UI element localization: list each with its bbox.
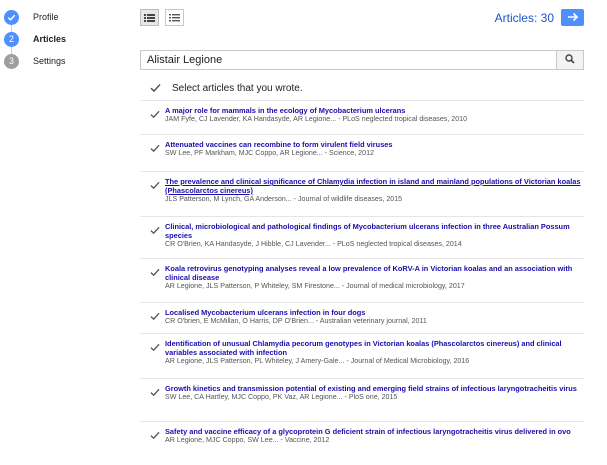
articles-count: Articles: 30: [494, 11, 554, 25]
step-settings[interactable]: 3 Settings: [4, 53, 66, 69]
article-meta: AR Legione, MJC Coppo, SW Lee... - Vacci…: [165, 436, 330, 444]
step-articles[interactable]: 2 Articles: [4, 31, 66, 47]
select-all-checkbox[interactable]: [149, 82, 161, 94]
select-all-row[interactable]: Select articles that you wrote.: [140, 80, 584, 96]
article-title-link[interactable]: Localised Mycobacterium ulcerans infecti…: [165, 308, 584, 317]
article-checkbox[interactable]: [149, 142, 161, 154]
list-item: Koala retrovirus genotyping analyses rev…: [140, 258, 584, 302]
article-title-link[interactable]: The prevalence and clinical significance…: [165, 177, 584, 195]
list-item: Identification of unusual Chlamydia peco…: [140, 333, 584, 378]
search-icon: [565, 51, 575, 69]
article-title-link[interactable]: Growth kinetics and transmission potenti…: [165, 384, 584, 393]
arrow-right-icon: [567, 9, 579, 27]
article-title-link[interactable]: A major role for mammals in the ecology …: [165, 106, 584, 115]
list-detail-icon: [144, 9, 155, 27]
list-item: Growth kinetics and transmission potenti…: [140, 378, 584, 421]
article-title-link[interactable]: Koala retrovirus genotyping analyses rev…: [165, 264, 584, 282]
list-item: A major role for mammals in the ecology …: [140, 100, 584, 134]
article-title-link[interactable]: Clinical, microbiological and pathologic…: [165, 222, 584, 240]
list-view-button[interactable]: [140, 9, 159, 26]
search-box: [140, 50, 584, 70]
checkmark-icon: [4, 9, 19, 25]
article-title-link[interactable]: Attenuated vaccines can recombine to for…: [165, 140, 584, 149]
list-item: Attenuated vaccines can recombine to for…: [140, 134, 584, 171]
search-input[interactable]: [141, 51, 559, 69]
article-meta: AR Legione, JLS Patterson, P Whiteley, S…: [165, 282, 465, 290]
toolbar: Articles: 30: [140, 9, 584, 31]
compact-view-button[interactable]: [165, 9, 184, 26]
article-meta: JAM Fyfe, CJ Lavender, KA Handasyde, AR …: [165, 115, 468, 123]
article-meta: JLS Patterson, M Lynch, GA Anderson... -…: [165, 195, 403, 203]
article-meta: SW Lee, CA Hartley, MJC Coppo, PK Vaz, A…: [165, 393, 398, 401]
list-item: Safety and vaccine efficacy of a glycopr…: [140, 421, 584, 459]
article-title-link[interactable]: Identification of unusual Chlamydia peco…: [165, 339, 584, 357]
step-label: Articles: [33, 34, 67, 44]
step-profile[interactable]: Profile: [4, 9, 59, 25]
article-checkbox[interactable]: [149, 429, 161, 441]
article-meta: CR O'brien, E McMillan, O Harris, DP O'B…: [165, 317, 427, 325]
article-checkbox[interactable]: [149, 341, 161, 353]
step-number: 3: [4, 53, 19, 69]
article-list: A major role for mammals in the ecology …: [140, 100, 584, 459]
article-checkbox[interactable]: [149, 386, 161, 398]
list-item: The prevalence and clinical significance…: [140, 171, 584, 216]
search-button[interactable]: [556, 51, 583, 69]
article-checkbox[interactable]: [149, 310, 161, 322]
select-all-label: Select articles that you wrote.: [172, 82, 303, 94]
article-checkbox[interactable]: [149, 108, 161, 120]
step-number: 2: [4, 31, 19, 47]
list-compact-icon: [169, 9, 180, 27]
step-label: Settings: [33, 56, 66, 66]
article-checkbox[interactable]: [149, 266, 161, 278]
article-checkbox[interactable]: [149, 224, 161, 236]
article-meta: AR Legione, JLS Patterson, PL Whiteley, …: [165, 357, 470, 365]
article-checkbox[interactable]: [149, 179, 161, 191]
article-title-link[interactable]: Safety and vaccine efficacy of a glycopr…: [165, 427, 584, 436]
list-item: Clinical, microbiological and pathologic…: [140, 216, 584, 258]
next-button[interactable]: [561, 9, 584, 26]
article-meta: CR O'Brien, KA Handasyde, J Hibble, CJ L…: [165, 240, 462, 248]
article-meta: SW Lee, PF Markham, MJC Coppo, AR Legion…: [165, 149, 374, 157]
list-item: Localised Mycobacterium ulcerans infecti…: [140, 302, 584, 333]
step-label: Profile: [33, 12, 59, 22]
